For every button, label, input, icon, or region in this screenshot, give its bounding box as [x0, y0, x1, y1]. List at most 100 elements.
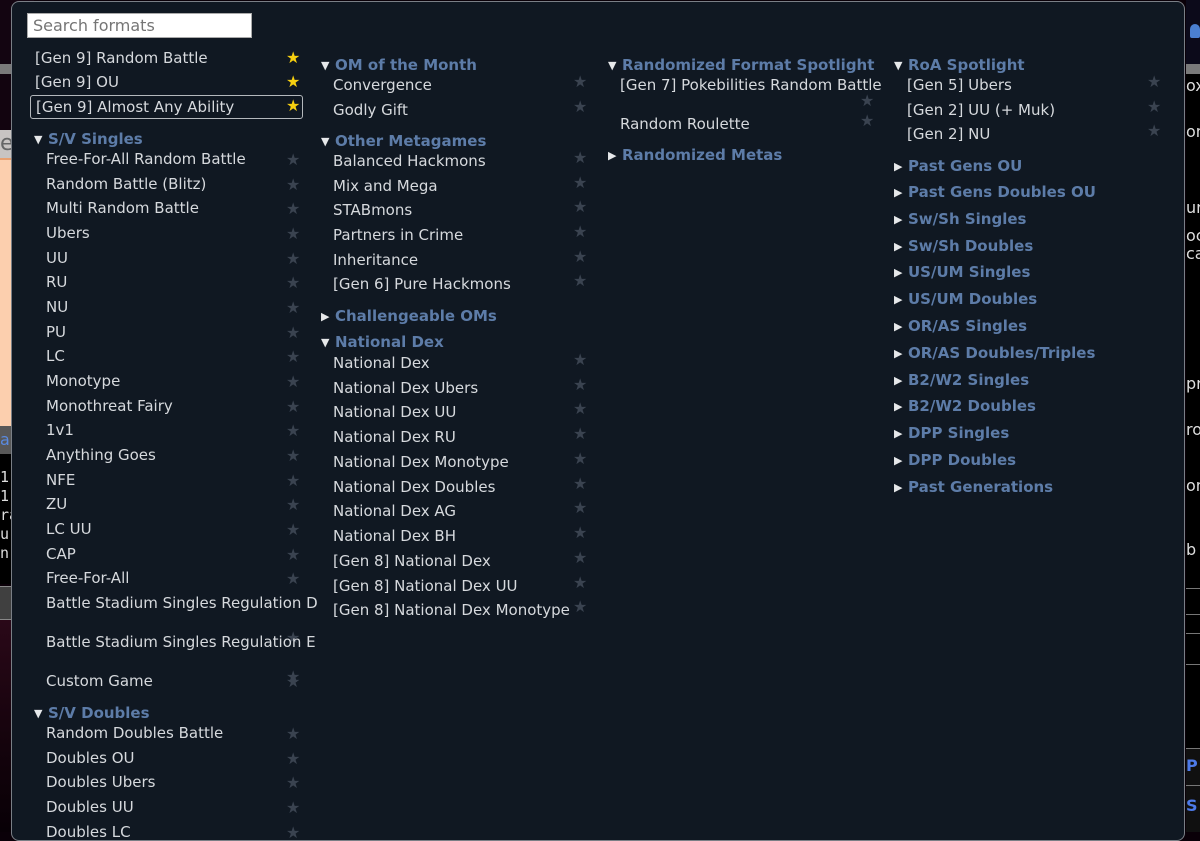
- star-icon[interactable]: ★: [286, 571, 300, 587]
- format-item[interactable]: LC UU: [41, 518, 311, 542]
- format-item[interactable]: National Dex UU: [328, 401, 578, 425]
- format-group-header[interactable]: ▼ OM of the Month: [321, 54, 477, 76]
- format-item[interactable]: National Dex Monotype: [328, 451, 578, 475]
- format-group-header[interactable]: ▼ National Dex: [321, 331, 444, 353]
- star-icon[interactable]: ★: [573, 150, 587, 166]
- star-icon[interactable]: ★: [286, 152, 300, 168]
- format-item[interactable]: Mix and Mega: [328, 175, 578, 199]
- format-item[interactable]: Battle Stadium Singles Regulation D: [41, 592, 318, 630]
- star-icon[interactable]: ★: [286, 800, 300, 816]
- format-item[interactable]: National Dex BH: [328, 525, 578, 549]
- star-icon[interactable]: ★: [573, 476, 587, 492]
- star-icon[interactable]: ★: [286, 349, 300, 365]
- format-item[interactable]: Godly Gift: [328, 99, 578, 123]
- star-icon[interactable]: ★: [1147, 99, 1161, 115]
- star-icon[interactable]: ★: [286, 226, 300, 242]
- format-item[interactable]: UU: [41, 247, 311, 271]
- format-item[interactable]: [Gen 5] Ubers: [902, 74, 1152, 98]
- format-item[interactable]: Multi Random Battle: [41, 197, 311, 221]
- format-item[interactable]: Partners in Crime: [328, 224, 578, 248]
- format-item[interactable]: Doubles UU: [41, 796, 311, 820]
- star-icon[interactable]: ★: [1147, 123, 1161, 139]
- format-item[interactable]: PU: [41, 321, 311, 345]
- star-icon[interactable]: ★: [573, 426, 587, 442]
- star-icon[interactable]: ★: [286, 522, 300, 538]
- format-group-header[interactable]: ▶ DPP Doubles: [894, 449, 1016, 471]
- star-icon[interactable]: ★: [286, 325, 300, 341]
- star-icon[interactable]: ★: [286, 473, 300, 489]
- star-icon[interactable]: ★: [573, 500, 587, 516]
- format-item[interactable]: National Dex RU: [328, 426, 578, 450]
- star-icon[interactable]: ★: [573, 224, 587, 240]
- format-item[interactable]: [Gen 6] Pure Hackmons: [328, 273, 578, 297]
- star-icon[interactable]: ★: [286, 825, 300, 841]
- star-icon[interactable]: ★: [286, 547, 300, 563]
- star-icon[interactable]: ★: [573, 451, 587, 467]
- format-group-header[interactable]: ▶ OR/AS Doubles/Triples: [894, 342, 1095, 364]
- format-group-header[interactable]: ▶ Past Gens OU: [894, 155, 1022, 177]
- search-formats-input[interactable]: [27, 13, 252, 38]
- star-icon[interactable]: ★: [573, 175, 587, 191]
- format-item[interactable]: [Gen 8] National Dex Monotype: [328, 599, 578, 623]
- format-group-header[interactable]: ▶ US/UM Singles: [894, 261, 1030, 283]
- format-item[interactable]: National Dex Ubers: [328, 377, 578, 401]
- format-group-header[interactable]: ▼ Randomized Format Spotlight: [608, 54, 874, 76]
- star-icon[interactable]: ★: [573, 401, 587, 417]
- format-item[interactable]: Monothreat Fairy: [41, 395, 311, 419]
- star-icon[interactable]: ★: [286, 726, 300, 742]
- format-item[interactable]: [Gen 9] Random Battle: [30, 47, 303, 71]
- format-item[interactable]: Random Battle (Blitz): [41, 173, 311, 197]
- star-icon[interactable]: ★: [860, 93, 874, 109]
- format-item[interactable]: Free-For-All: [41, 567, 311, 591]
- star-icon[interactable]: ★: [286, 674, 300, 690]
- format-group-header[interactable]: ▼ Other Metagames: [321, 130, 486, 152]
- format-item[interactable]: 1v1: [41, 419, 311, 443]
- format-item[interactable]: Monotype: [41, 370, 311, 394]
- format-item[interactable]: National Dex AG: [328, 500, 578, 524]
- format-item[interactable]: National Dex: [328, 352, 578, 376]
- format-item[interactable]: [Gen 2] NU: [902, 123, 1152, 147]
- format-item[interactable]: Inheritance: [328, 249, 578, 273]
- format-item[interactable]: NU: [41, 296, 311, 320]
- format-item[interactable]: Doubles Ubers: [41, 771, 311, 795]
- format-item[interactable]: ZU: [41, 493, 311, 517]
- star-icon[interactable]: ★: [286, 201, 300, 217]
- format-item[interactable]: STABmons: [328, 199, 578, 223]
- format-item[interactable]: National Dex Doubles: [328, 476, 578, 500]
- format-group-header[interactable]: ▼ S/V Singles: [34, 128, 143, 150]
- star-icon[interactable]: ★: [286, 98, 300, 114]
- star-icon[interactable]: ★: [286, 751, 300, 767]
- format-item[interactable]: Battle Stadium Singles Regulation E: [41, 631, 316, 669]
- star-icon[interactable]: ★: [286, 399, 300, 415]
- format-item[interactable]: Anything Goes: [41, 444, 311, 468]
- format-group-header[interactable]: ▶ B2/W2 Singles: [894, 369, 1029, 391]
- format-group-header[interactable]: ▼ RoA Spotlight: [894, 54, 1025, 76]
- format-group-header[interactable]: ▼ S/V Doubles: [34, 702, 150, 724]
- format-item[interactable]: CAP: [41, 543, 311, 567]
- star-icon[interactable]: ★: [286, 275, 300, 291]
- format-item[interactable]: Doubles OU: [41, 747, 311, 771]
- star-icon[interactable]: ★: [573, 377, 587, 393]
- format-group-header[interactable]: ▶ Past Generations: [894, 476, 1053, 498]
- format-item[interactable]: Random Roulette: [615, 113, 865, 137]
- format-item[interactable]: LC: [41, 345, 311, 369]
- star-icon[interactable]: ★: [573, 525, 587, 541]
- format-item[interactable]: NFE: [41, 469, 311, 493]
- star-icon[interactable]: ★: [286, 374, 300, 390]
- star-icon[interactable]: ★: [860, 113, 874, 129]
- format-item[interactable]: [Gen 7] Pokebilities Random Battle: [615, 74, 882, 112]
- format-item[interactable]: Convergence: [328, 74, 578, 98]
- format-group-header[interactable]: ▶ DPP Singles: [894, 422, 1009, 444]
- star-icon[interactable]: ★: [573, 99, 587, 115]
- format-group-header[interactable]: ▶ Randomized Metas: [608, 144, 782, 166]
- format-item[interactable]: [Gen 8] National Dex: [328, 550, 578, 574]
- star-icon[interactable]: ★: [286, 74, 300, 90]
- format-item[interactable]: RU: [41, 271, 311, 295]
- format-item[interactable]: Balanced Hackmons: [328, 150, 578, 174]
- format-item[interactable]: [Gen 8] National Dex UU: [328, 575, 578, 599]
- star-icon[interactable]: ★: [573, 199, 587, 215]
- format-item[interactable]: [Gen 9] OU: [30, 71, 303, 95]
- star-icon[interactable]: ★: [286, 448, 300, 464]
- format-item[interactable]: [Gen 2] UU (+ Muk): [902, 99, 1152, 123]
- star-icon[interactable]: ★: [573, 352, 587, 368]
